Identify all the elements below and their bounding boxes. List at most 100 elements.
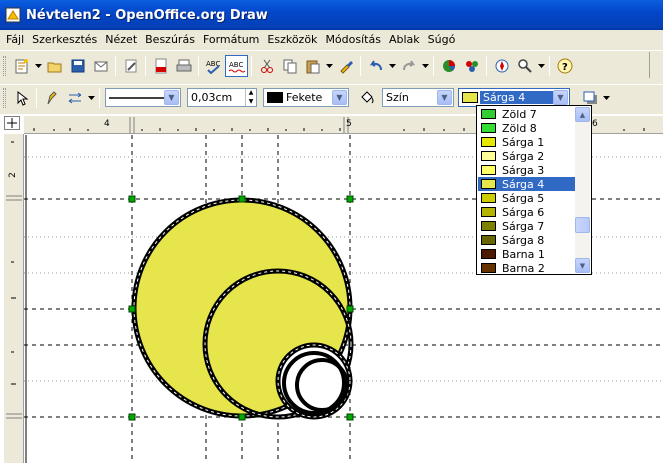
- color-option-zold-7[interactable]: Zöld 7: [478, 107, 576, 121]
- line-style-select[interactable]: ▼: [105, 88, 181, 107]
- scrollbar-thumb[interactable]: [575, 217, 590, 233]
- selection-handle[interactable]: [128, 305, 136, 313]
- menu-view[interactable]: Nézet: [101, 33, 141, 46]
- area-style-select[interactable]: Szín ▼: [382, 88, 454, 107]
- arrow-style-dropdown-arrow-icon[interactable]: [86, 87, 96, 109]
- line-style-value: [106, 96, 164, 100]
- selection-handle[interactable]: [346, 305, 354, 313]
- copy-icon[interactable]: [278, 55, 301, 77]
- menu-edit[interactable]: Szerkesztés: [28, 33, 101, 46]
- open-folder-icon[interactable]: [43, 55, 66, 77]
- selection-handle[interactable]: [238, 413, 246, 421]
- menu-file[interactable]: Fájl: [2, 33, 28, 46]
- undo-icon[interactable]: [364, 55, 387, 77]
- selection-handle[interactable]: [238, 195, 246, 203]
- draw-app-icon[interactable]: [5, 7, 21, 23]
- line-color-swatch: [267, 92, 283, 103]
- menu-insert[interactable]: Beszúrás: [141, 33, 199, 46]
- menu-window[interactable]: Ablak: [385, 33, 424, 46]
- new-dropdown-arrow-icon[interactable]: [33, 55, 43, 77]
- ruler-label-4: 4: [104, 119, 110, 129]
- color-option-sarga-5[interactable]: Sárga 5: [478, 191, 576, 205]
- export-pdf-icon[interactable]: [149, 55, 172, 77]
- chart-icon[interactable]: [437, 55, 460, 77]
- navigator-icon[interactable]: [490, 55, 513, 77]
- color-swatch: [481, 137, 496, 147]
- color-option-label: Sárga 1: [502, 135, 545, 149]
- selection-handle[interactable]: [128, 195, 136, 203]
- zoom-dropdown-arrow-icon[interactable]: [536, 55, 546, 77]
- color-option-sarga-1[interactable]: Sárga 1: [478, 135, 576, 149]
- paste-dropdown-arrow-icon[interactable]: [324, 55, 334, 77]
- area-color-dropdown-list[interactable]: Zöld 7 Zöld 8 Sárga 1 Sárga 2 Sárga 3 Sá…: [476, 105, 592, 275]
- window-title: Névtelen2 - OpenOffice.org Draw: [26, 7, 268, 23]
- chevron-down-icon[interactable]: ▼: [332, 90, 347, 105]
- zoom-icon[interactable]: [513, 55, 536, 77]
- color-option-sarga-2[interactable]: Sárga 2: [478, 149, 576, 163]
- color-option-barna-2[interactable]: Barna 2: [478, 261, 576, 275]
- show-draw-functions-icon[interactable]: [460, 55, 483, 77]
- edit-file-icon[interactable]: [119, 55, 142, 77]
- line-color-select[interactable]: Fekete ▼: [263, 88, 349, 107]
- toolbar-grip[interactable]: [3, 87, 6, 108]
- chevron-down-icon[interactable]: ▼: [437, 90, 452, 105]
- new-document-icon[interactable]: [10, 55, 33, 77]
- color-option-label: Barna 2: [502, 261, 545, 275]
- help-icon[interactable]: ?: [553, 55, 576, 77]
- line-pen-icon[interactable]: [40, 87, 63, 109]
- line-width-field[interactable]: 0,03cm ▲ ▼: [187, 88, 257, 107]
- color-option-label: Zöld 8: [502, 121, 537, 135]
- selection-handle[interactable]: [346, 413, 354, 421]
- toolbar-separator: [99, 87, 100, 108]
- color-option-sarga-6[interactable]: Sárga 6: [478, 205, 576, 219]
- color-option-sarga-7[interactable]: Sárga 7: [478, 219, 576, 233]
- undo-dropdown-arrow-icon[interactable]: [387, 55, 397, 77]
- menu-bar: Fájl Szerkesztés Nézet Beszúrás Formátum…: [0, 30, 663, 49]
- color-option-sarga-8[interactable]: Sárga 8: [478, 233, 576, 247]
- color-swatch: [481, 179, 496, 189]
- menu-modify[interactable]: Módosítás: [321, 33, 385, 46]
- color-swatch: [481, 193, 496, 203]
- toolbar-overflow-handle[interactable]: [649, 52, 663, 78]
- format-paintbrush-icon[interactable]: [334, 55, 357, 77]
- chevron-down-icon[interactable]: ▼: [164, 90, 179, 105]
- title-bar: Névtelen2 - OpenOffice.org Draw: [0, 0, 663, 30]
- color-option-sarga-4[interactable]: Sárga 4: [478, 177, 576, 191]
- menu-help[interactable]: Súgó: [424, 33, 460, 46]
- autospellcheck-icon[interactable]: ABC: [225, 54, 248, 77]
- dropdown-scrollbar[interactable]: ▲ ▼: [575, 107, 590, 273]
- scroll-down-icon[interactable]: ▼: [575, 258, 590, 273]
- cut-icon[interactable]: [255, 55, 278, 77]
- chevron-down-icon[interactable]: ▼: [553, 90, 568, 105]
- menu-tools[interactable]: Eszközök: [263, 33, 321, 46]
- line-width-down-icon[interactable]: ▼: [246, 98, 256, 107]
- menu-format[interactable]: Formátum: [199, 33, 263, 46]
- redo-icon[interactable]: [397, 55, 420, 77]
- color-option-barna-1[interactable]: Barna 1: [478, 247, 576, 261]
- area-color-value: Sárga 4: [480, 91, 553, 104]
- arrow-style-icon[interactable]: [63, 87, 86, 109]
- redo-dropdown-arrow-icon[interactable]: [420, 55, 430, 77]
- spellcheck-icon[interactable]: ABC: [202, 55, 225, 77]
- toolbar-separator: [115, 55, 116, 76]
- email-icon[interactable]: [89, 55, 112, 77]
- selection-handle[interactable]: [128, 413, 136, 421]
- select-pointer-icon[interactable]: [10, 87, 33, 109]
- paste-icon[interactable]: [301, 55, 324, 77]
- svg-text:?: ?: [562, 62, 568, 73]
- color-swatch: [481, 249, 496, 259]
- scroll-up-icon[interactable]: ▲: [575, 107, 590, 122]
- vertical-ruler[interactable]: 2: [4, 134, 24, 463]
- color-option-sarga-3[interactable]: Sárga 3: [478, 163, 576, 177]
- area-fill-bucket-icon[interactable]: [355, 87, 378, 109]
- save-icon[interactable]: [66, 55, 89, 77]
- print-icon[interactable]: [172, 55, 195, 77]
- color-option-zold-8[interactable]: Zöld 8: [478, 121, 576, 135]
- ruler-label-5: 5: [346, 119, 352, 129]
- line-width-up-icon[interactable]: ▲: [246, 89, 256, 98]
- selection-handle[interactable]: [346, 195, 354, 203]
- shadow-dropdown-arrow-icon[interactable]: [601, 87, 611, 109]
- ruler-origin-corner[interactable]: [4, 116, 20, 130]
- toolbar-separator: [433, 55, 434, 76]
- toolbar-grip[interactable]: [3, 55, 6, 76]
